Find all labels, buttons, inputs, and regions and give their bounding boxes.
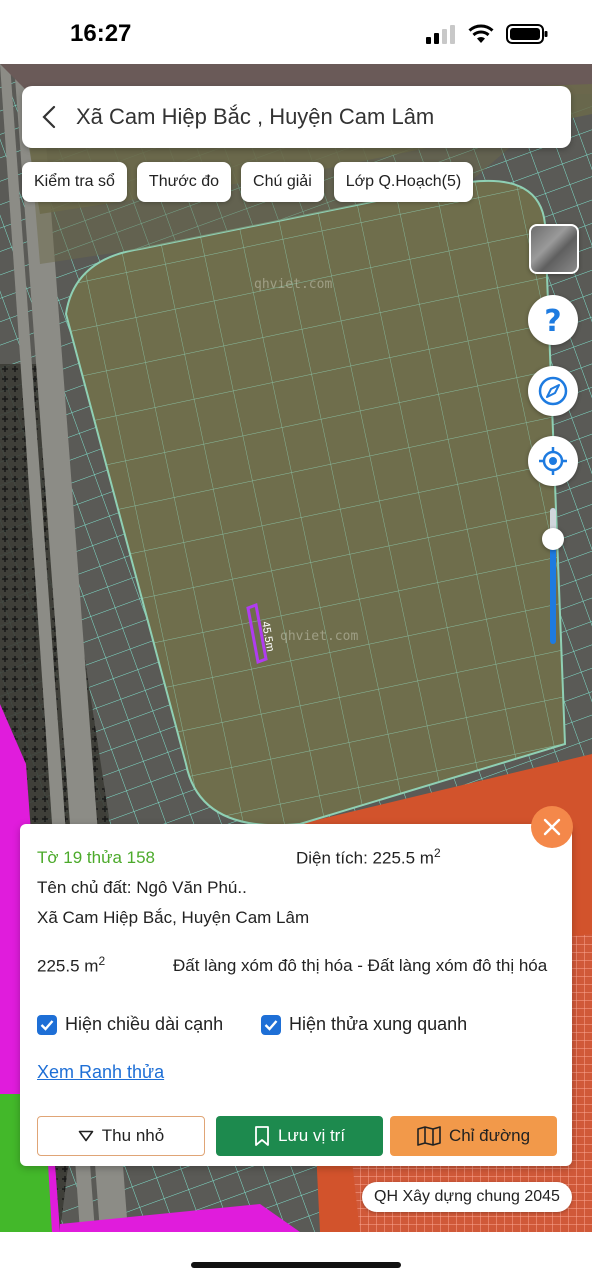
compass-button[interactable] — [528, 366, 578, 416]
owner-name: Tên chủ đất: Ngô Văn Phú.. — [37, 878, 247, 897]
status-icons — [426, 24, 548, 44]
zoom-slider-handle[interactable] — [542, 528, 564, 550]
chevron-left-icon — [42, 105, 56, 129]
directions-button[interactable]: Chỉ đường — [390, 1116, 557, 1156]
save-location-label: Lưu vị trí — [277, 1126, 346, 1145]
map-layer-toggle[interactable] — [529, 224, 579, 274]
svg-text:?: ? — [544, 304, 561, 336]
ruler-chip[interactable]: Thước đo — [136, 162, 232, 202]
status-bar: 16:27 — [0, 0, 592, 64]
shrink-button[interactable]: Thu nhỏ — [37, 1116, 205, 1156]
area-value-sup: 2 — [98, 954, 106, 968]
signal-icon — [426, 25, 455, 44]
parcel-info-panel: Tờ 19 thửa 158 Diện tích: 225.5 m2 Tên c… — [20, 824, 572, 1166]
locate-icon — [539, 447, 567, 475]
planning-layer-label[interactable]: QH Xây dựng chung 2045 — [362, 1182, 572, 1212]
bottom-safe-area — [0, 1232, 592, 1280]
land-type: Đất làng xóm đô thị hóa - Đất làng xóm đ… — [173, 956, 548, 975]
help-button[interactable]: ? — [528, 295, 578, 345]
show-edge-length-checkbox[interactable]: Hiện chiều dài cạnh — [37, 1014, 223, 1035]
close-icon — [543, 818, 561, 836]
area-summary: Diện tích: 225.5 m2 — [296, 846, 441, 869]
battery-icon — [506, 24, 548, 44]
parcel-id: Tờ 19 thửa 158 — [37, 848, 155, 867]
planning-layer-chip[interactable]: Lớp Q.Hoạch(5) — [333, 162, 474, 202]
parcel-location: Xã Cam Hiệp Bắc, Huyện Cam Lâm — [37, 908, 310, 927]
area-value: 225.5 m2 — [37, 954, 105, 977]
toolbar-chips: Kiểm tra sổ Thước đo Chú giải Lớp Q.Hoạc… — [22, 162, 474, 202]
close-panel-button[interactable] — [531, 806, 573, 848]
status-time: 16:27 — [70, 20, 132, 47]
watermark-2: qhviet.com — [280, 629, 358, 644]
checkbox-checked-icon — [261, 1014, 281, 1035]
save-location-button[interactable]: Lưu vị trí — [216, 1116, 383, 1156]
area-value-text: 225.5 m — [37, 956, 99, 976]
view-boundary-link[interactable]: Xem Ranh thửa — [37, 1062, 164, 1083]
directions-label: Chỉ đường — [448, 1126, 531, 1145]
wifi-icon — [468, 24, 494, 43]
shrink-label: Thu nhỏ — [101, 1126, 165, 1145]
show-neighbors-checkbox[interactable]: Hiện thửa xung quanh — [261, 1014, 467, 1035]
show-neighbors-label: Hiện thửa xung quanh — [289, 1014, 468, 1034]
checkbox-checked-icon — [37, 1014, 57, 1035]
location-header: Xã Cam Hiệp Bắc , Huyện Cam Lâm — [22, 86, 571, 148]
map-icon — [417, 1126, 441, 1146]
home-indicator[interactable] — [191, 1262, 401, 1268]
legend-chip[interactable]: Chú giải — [241, 162, 324, 202]
bookmark-icon — [255, 1126, 269, 1146]
back-button[interactable] — [22, 86, 76, 148]
my-location-button[interactable] — [528, 436, 578, 486]
check-title-chip[interactable]: Kiểm tra sổ — [22, 162, 127, 202]
question-icon: ? — [544, 304, 561, 336]
area-label: Diện tích: 225.5 m — [296, 848, 434, 868]
area-unit-sup: 2 — [433, 846, 441, 860]
watermark: qhviet.com — [254, 277, 332, 292]
location-title[interactable]: Xã Cam Hiệp Bắc , Huyện Cam Lâm — [76, 104, 434, 130]
show-edge-length-label: Hiện chiều dài cạnh — [65, 1014, 224, 1034]
triangle-down-icon — [78, 1130, 94, 1142]
compass-icon — [538, 376, 568, 406]
